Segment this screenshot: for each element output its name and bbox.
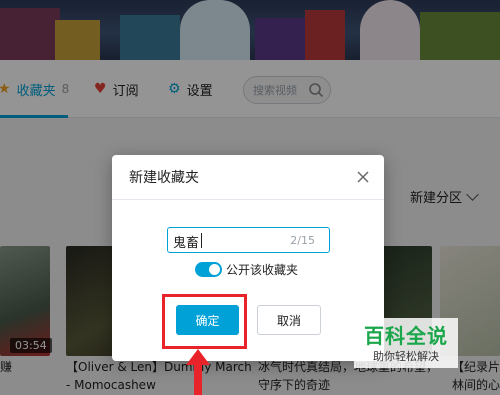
dialog-title: 新建收藏夹 — [129, 170, 199, 186]
public-toggle-row: 公开该收藏夹 — [195, 261, 298, 278]
dialog-divider — [112, 199, 384, 200]
favorites-name-value: 鬼畜 — [173, 236, 200, 251]
public-toggle-switch[interactable] — [195, 262, 222, 277]
watermark-logo: 百科全说 助你轻松解决 — [354, 318, 458, 368]
text-caret — [201, 233, 202, 248]
favorites-name-input[interactable]: 鬼畜 2/15 — [167, 227, 330, 253]
cancel-button[interactable]: 取消 — [257, 305, 321, 335]
confirm-highlight-box — [162, 294, 247, 349]
toggle-knob — [209, 264, 220, 275]
watermark-main-text: 百科全说 — [364, 324, 448, 348]
new-favorites-dialog: 新建收藏夹 鬼畜 2/15 公开该收藏夹 确定 取消 — [112, 155, 384, 361]
name-char-counter: 2/15 — [290, 234, 315, 247]
close-icon[interactable] — [355, 169, 371, 185]
watermark-sub-text: 助你轻松解决 — [373, 350, 439, 363]
up-arrow-icon — [186, 349, 210, 395]
public-toggle-label: 公开该收藏夹 — [226, 263, 299, 277]
